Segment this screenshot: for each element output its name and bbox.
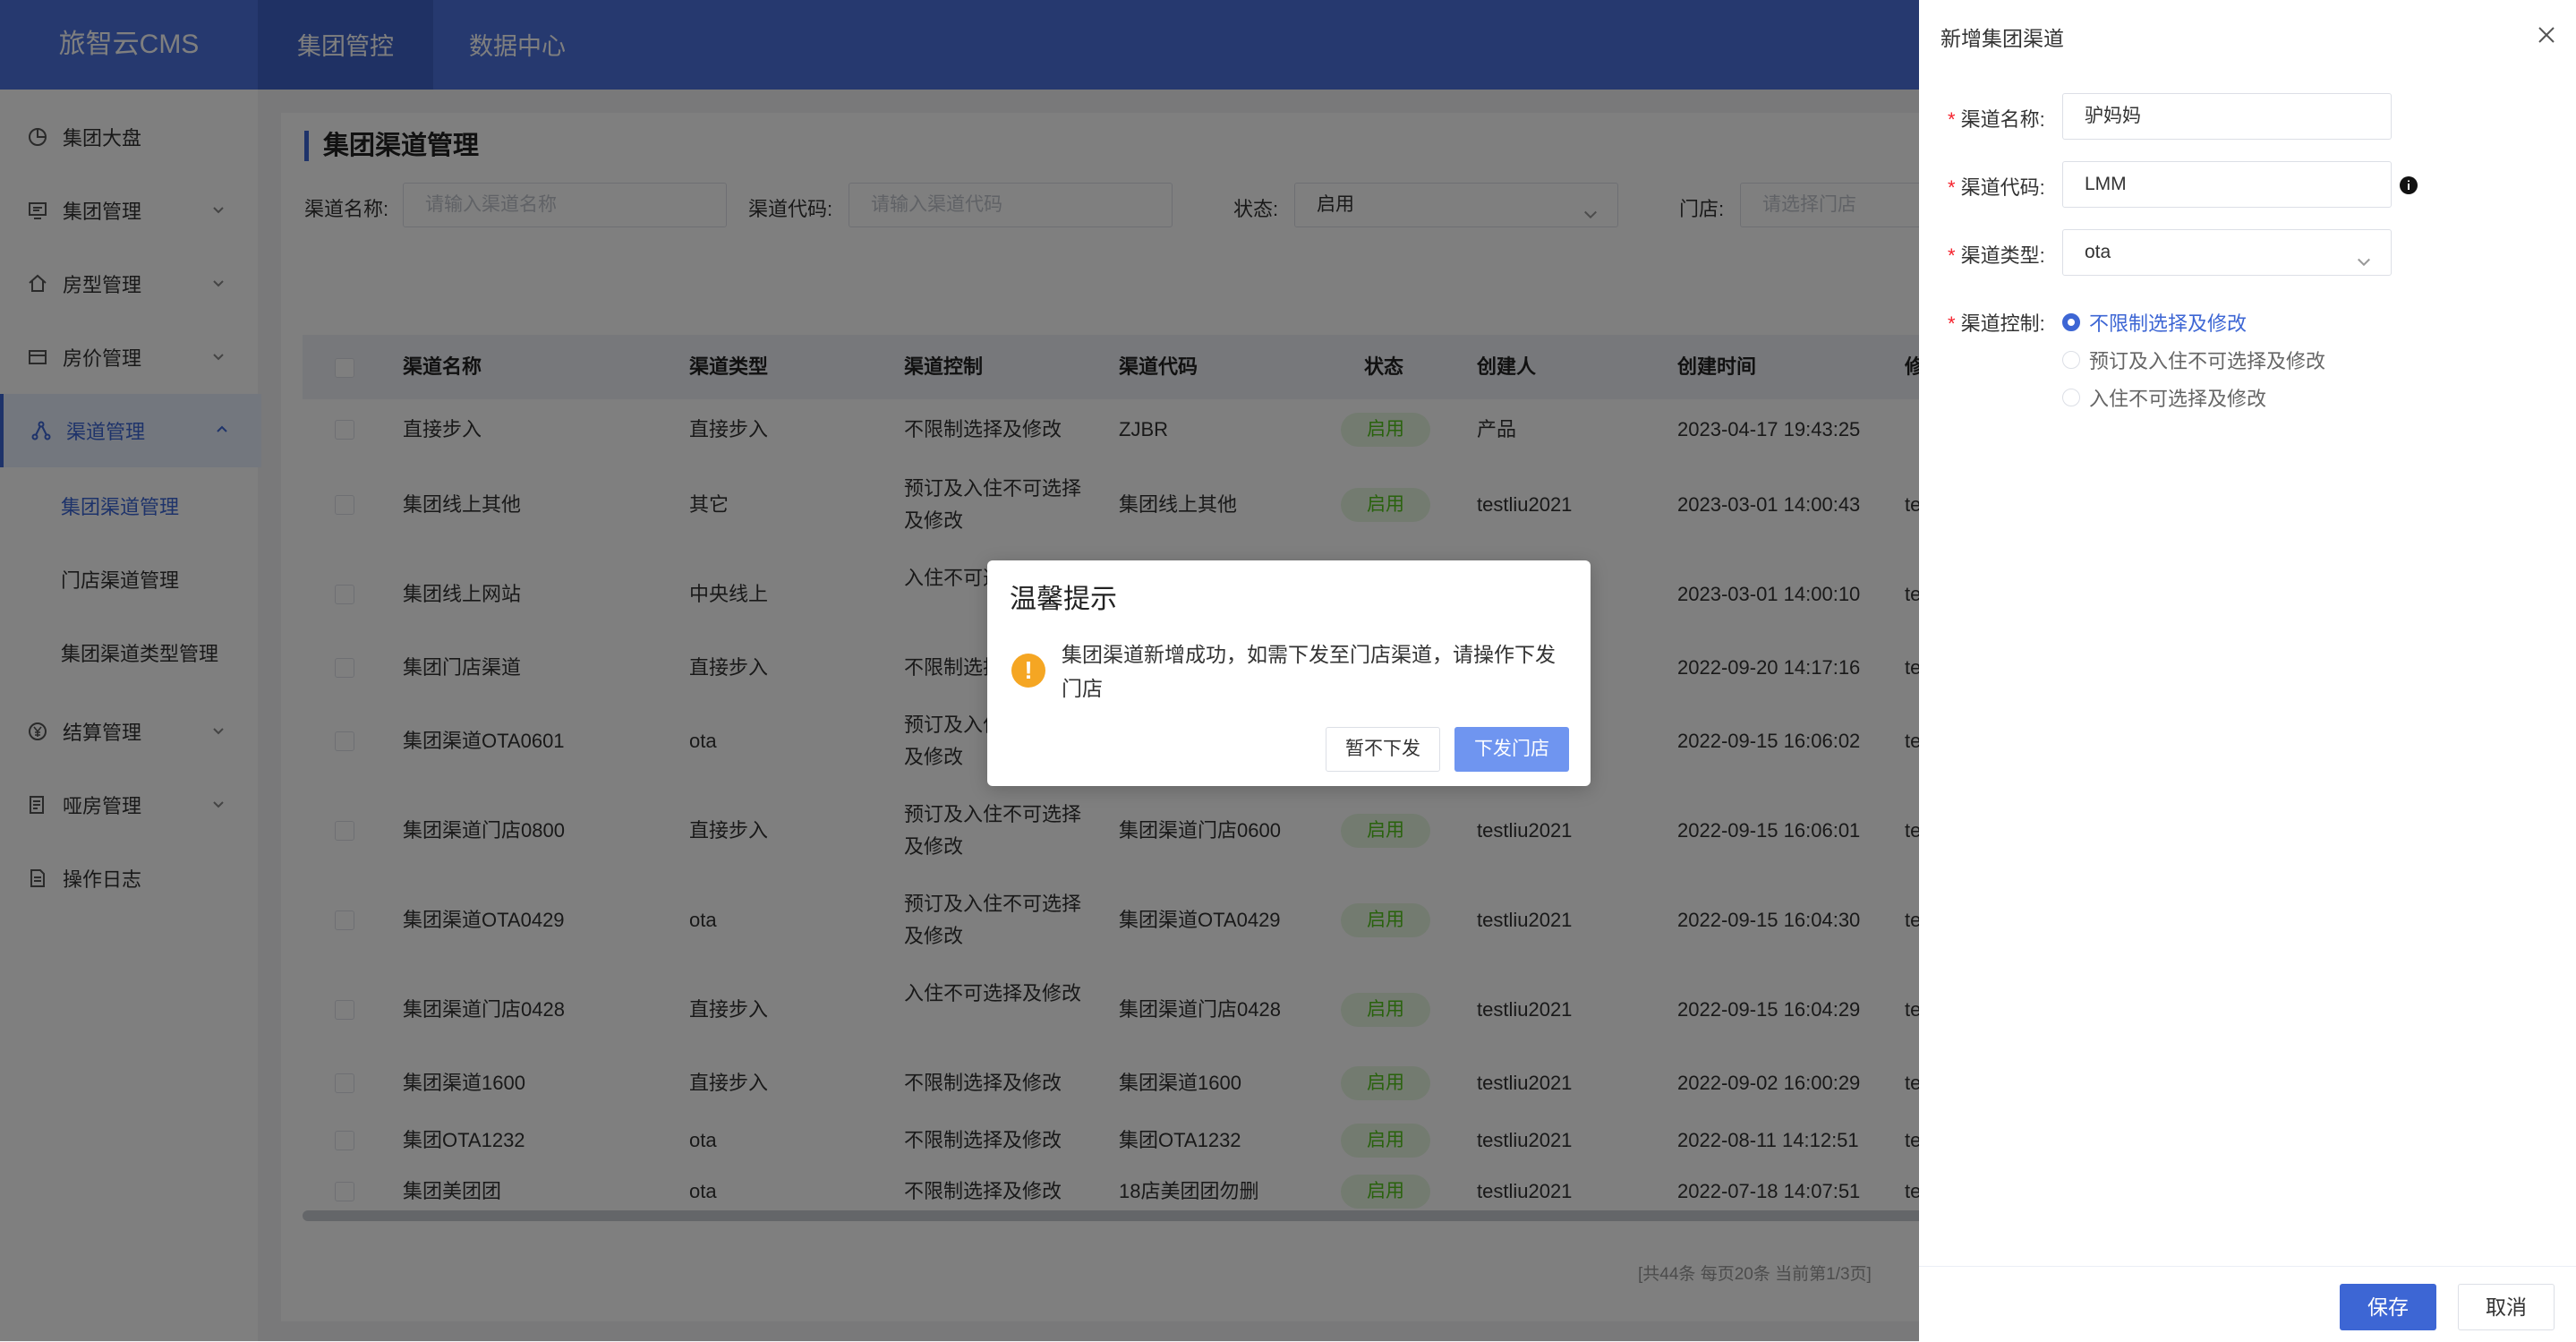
drawer-type-select[interactable]: ota <box>2062 229 2392 276</box>
radio-booking-checkin-locked[interactable] <box>2062 351 2080 369</box>
dispatch-store-button[interactable]: 下发门店 <box>1454 727 1569 772</box>
drawer-type-value: ota <box>2085 242 2111 262</box>
radio-label-booking-checkin-locked[interactable]: 预订及入住不可选择及修改 <box>2089 346 2325 374</box>
cancel-button[interactable]: 取消 <box>2458 1284 2555 1330</box>
warning-icon: ! <box>1011 654 1045 688</box>
drawer-control-label: * 渠道控制: <box>1948 312 2045 335</box>
radio-checkin-locked[interactable] <box>2062 389 2080 406</box>
dialog-title: 温馨提示 <box>1010 585 1117 614</box>
close-icon[interactable] <box>2533 21 2560 48</box>
drawer-name-input[interactable]: 驴妈妈 <box>2062 93 2392 140</box>
radio-label-checkin-locked[interactable]: 入住不可选择及修改 <box>2089 383 2266 412</box>
drawer-title: 新增集团渠道 <box>1941 27 2064 50</box>
dialog-message: 集团渠道新增成功，如需下发至门店渠道，请操作下发门店 <box>1062 643 1556 700</box>
radio-label-unrestricted[interactable]: 不限制选择及修改 <box>2089 308 2247 337</box>
drawer-code-input[interactable]: LMM <box>2062 161 2392 208</box>
save-button[interactable]: 保存 <box>2340 1284 2436 1330</box>
not-dispatch-button[interactable]: 暂不下发 <box>1326 727 1440 772</box>
drawer-name-label: * 渠道名称: <box>1948 108 2045 131</box>
drawer-code-label: * 渠道代码: <box>1948 176 2045 199</box>
radio-unrestricted[interactable] <box>2062 313 2080 331</box>
chevron-down-icon <box>2355 243 2373 287</box>
drawer-type-label: * 渠道类型: <box>1948 244 2045 267</box>
modal-overlay <box>0 0 1919 1341</box>
info-icon[interactable] <box>2399 175 2418 195</box>
